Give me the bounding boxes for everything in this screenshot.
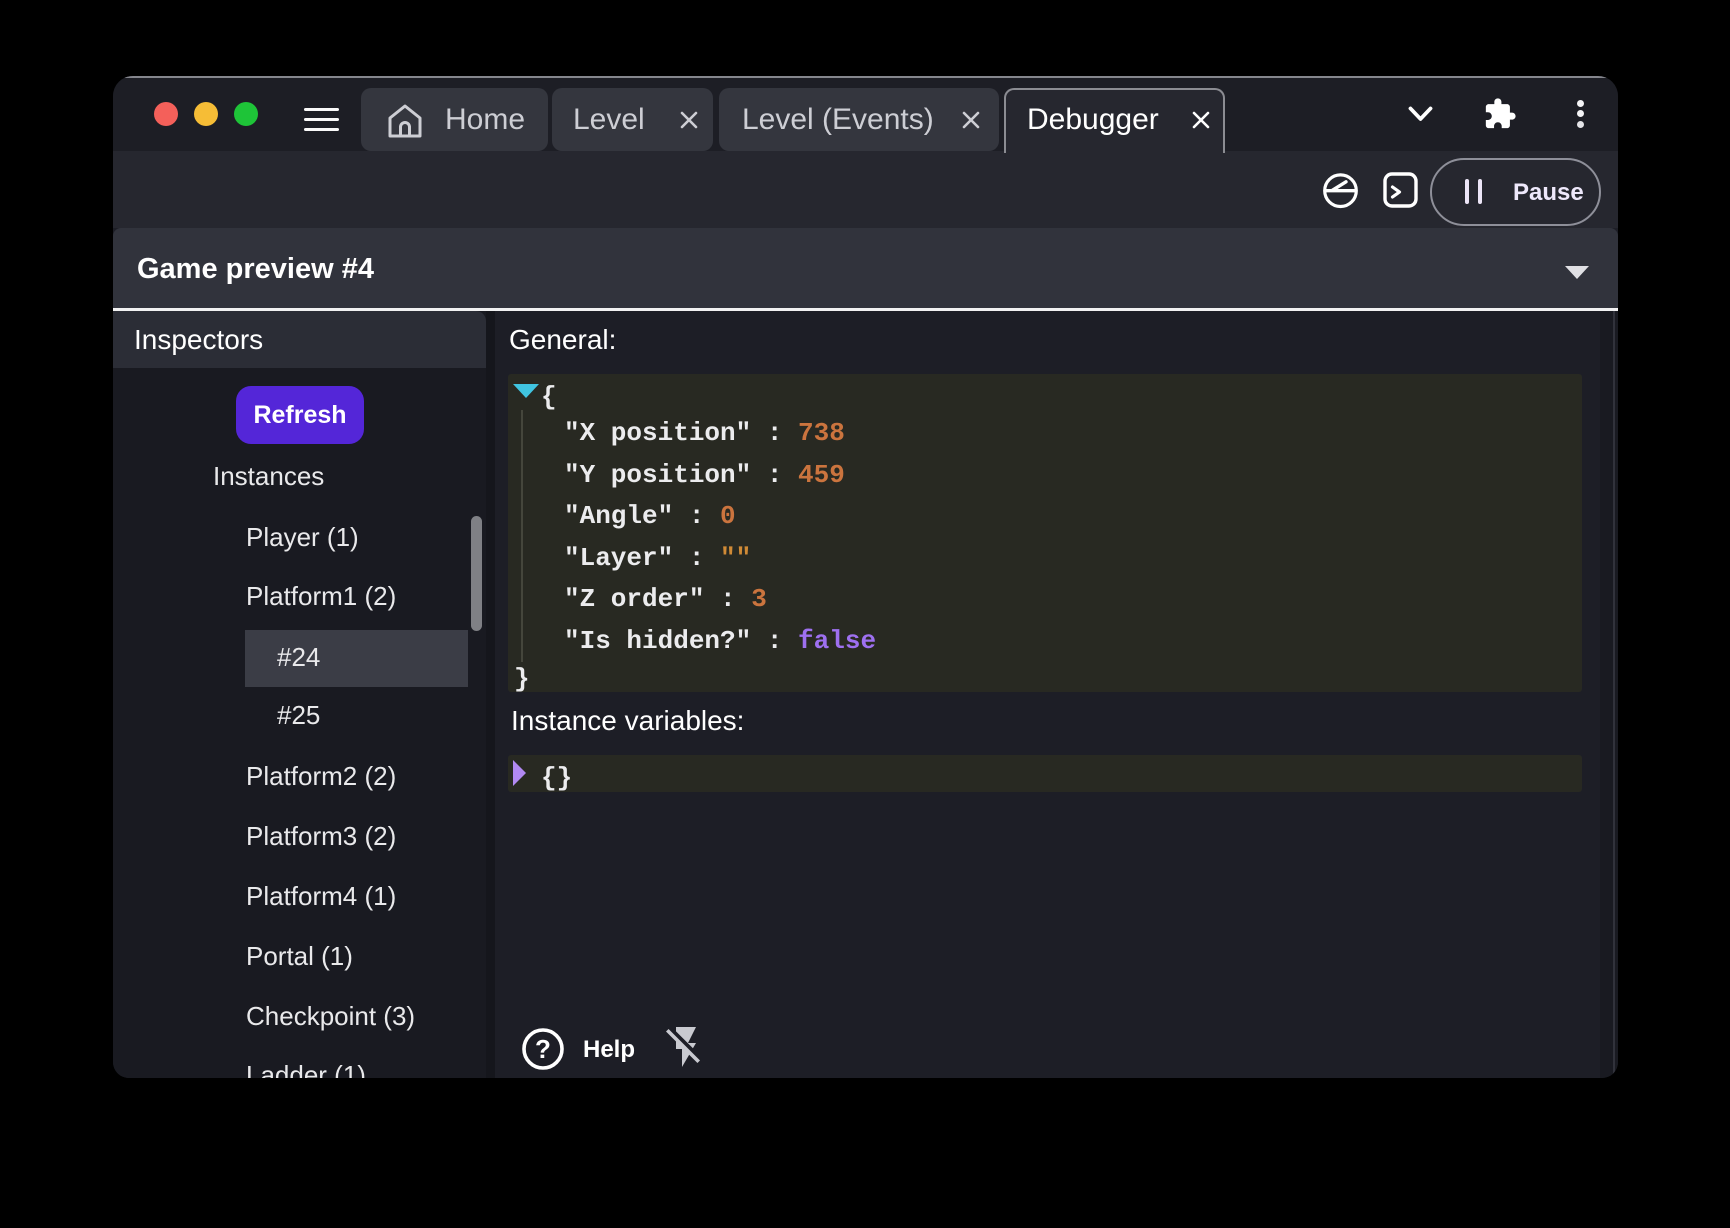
svg-text:?: ? [535, 1034, 551, 1064]
